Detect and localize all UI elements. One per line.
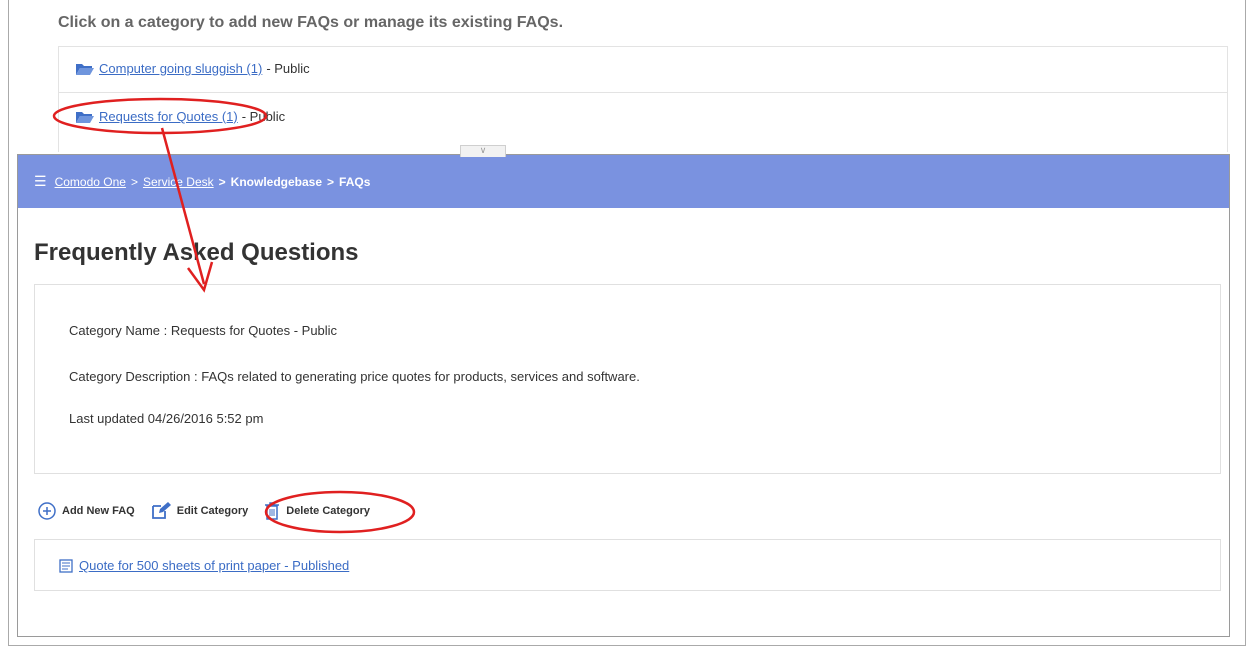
- category-info-box: Category Name : Requests for Quotes - Pu…: [34, 284, 1221, 474]
- breadcrumb-knowledgebase[interactable]: Knowledgebase: [231, 175, 322, 189]
- breadcrumb-service-desk[interactable]: Service Desk: [143, 175, 214, 189]
- faq-panel: ☰ Comodo One > Service Desk > Knowledgeb…: [17, 154, 1230, 637]
- hamburger-menu-icon[interactable]: ☰: [34, 173, 47, 190]
- folder-open-icon: [76, 111, 94, 123]
- delete-category-button[interactable]: Delete Category: [264, 501, 370, 521]
- breadcrumb-separator: >: [218, 174, 226, 189]
- category-link-quotes[interactable]: Requests for Quotes (1): [99, 109, 238, 124]
- category-visibility: - Public: [241, 109, 286, 124]
- add-new-faq-label: Add New FAQ: [62, 505, 135, 517]
- faq-link[interactable]: Quote for 500 sheets of print paper - Pu…: [79, 558, 349, 573]
- breadcrumb-home[interactable]: Comodo One: [55, 175, 126, 189]
- edit-category-label: Edit Category: [176, 505, 249, 517]
- breadcrumb-separator: >: [130, 174, 138, 189]
- delete-category-label: Delete Category: [286, 505, 371, 517]
- breadcrumb-current: FAQs: [339, 174, 371, 189]
- category-name: Category Name : Requests for Quotes - Pu…: [69, 323, 338, 338]
- category-description: Category Description : FAQs related to g…: [69, 369, 640, 384]
- folder-open-icon: [76, 63, 94, 75]
- edit-category-button[interactable]: Edit Category: [151, 502, 249, 520]
- category-row[interactable]: Computer going sluggish (1) - Public: [58, 46, 1228, 92]
- trash-icon: [265, 502, 280, 520]
- category-link-sluggish[interactable]: Computer going sluggish (1): [99, 61, 262, 76]
- document-icon: [59, 558, 73, 573]
- edit-icon: [151, 502, 171, 519]
- faq-list: Quote for 500 sheets of print paper - Pu…: [34, 539, 1221, 591]
- collapse-handle[interactable]: ∨: [460, 145, 506, 157]
- last-updated: Last updated 04/26/2016 5:52 pm: [69, 411, 264, 426]
- action-bar: Add New FAQ Edit Category Delete Categor…: [38, 501, 386, 521]
- category-visibility: - Public: [266, 61, 310, 76]
- breadcrumb-separator: >: [327, 174, 335, 189]
- page-title: Frequently Asked Questions: [34, 239, 359, 266]
- add-new-faq-button[interactable]: Add New FAQ: [38, 502, 135, 520]
- breadcrumb-bar: ☰ Comodo One > Service Desk > Knowledgeb…: [18, 155, 1229, 208]
- instruction-text: Click on a category to add new FAQs or m…: [58, 14, 564, 31]
- list-item[interactable]: Quote for 500 sheets of print paper - Pu…: [59, 558, 349, 573]
- plus-circle-icon: [38, 502, 56, 520]
- category-row[interactable]: Requests for Quotes (1) - Public: [58, 92, 1228, 152]
